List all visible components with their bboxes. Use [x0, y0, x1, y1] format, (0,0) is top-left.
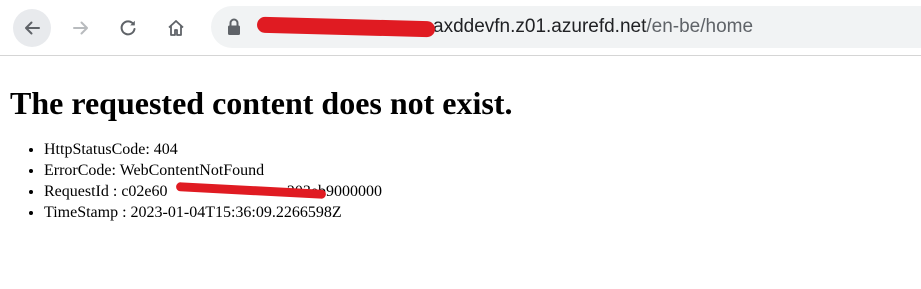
home-icon	[168, 20, 184, 36]
request-id-item: RequestId : c02e60-203eb9000000	[44, 181, 910, 202]
address-bar[interactable]: axddevfn.z01.azurefd.net/en-be/home	[211, 6, 921, 48]
back-arrow-icon	[25, 21, 40, 35]
reload-button[interactable]	[109, 9, 147, 47]
forward-button[interactable]	[62, 9, 100, 47]
lock-icon[interactable]	[227, 18, 241, 36]
timestamp-item: TimeStamp : 2023-01-04T15:36:09.2266598Z	[44, 202, 910, 223]
browser-toolbar: axddevfn.z01.azurefd.net/en-be/home	[0, 0, 921, 56]
error-code-item: ErrorCode: WebContentNotFound	[44, 160, 910, 181]
home-button[interactable]	[157, 9, 195, 47]
page-title: The requested content does not exist.	[10, 85, 513, 121]
error-details-list: HttpStatusCode: 404 ErrorCode: WebConten…	[10, 139, 910, 223]
request-id-prefix: RequestId : c02e60	[44, 183, 168, 200]
url-path: /en-be/home	[646, 16, 754, 37]
status-code-item: HttpStatusCode: 404	[44, 139, 910, 160]
error-page: The requested content does not exist. Ht…	[10, 57, 910, 223]
url-host: axddevfn.z01.azurefd.net	[433, 16, 647, 37]
reload-icon	[120, 20, 136, 36]
forward-arrow-icon	[73, 21, 88, 35]
back-button[interactable]	[13, 9, 51, 47]
